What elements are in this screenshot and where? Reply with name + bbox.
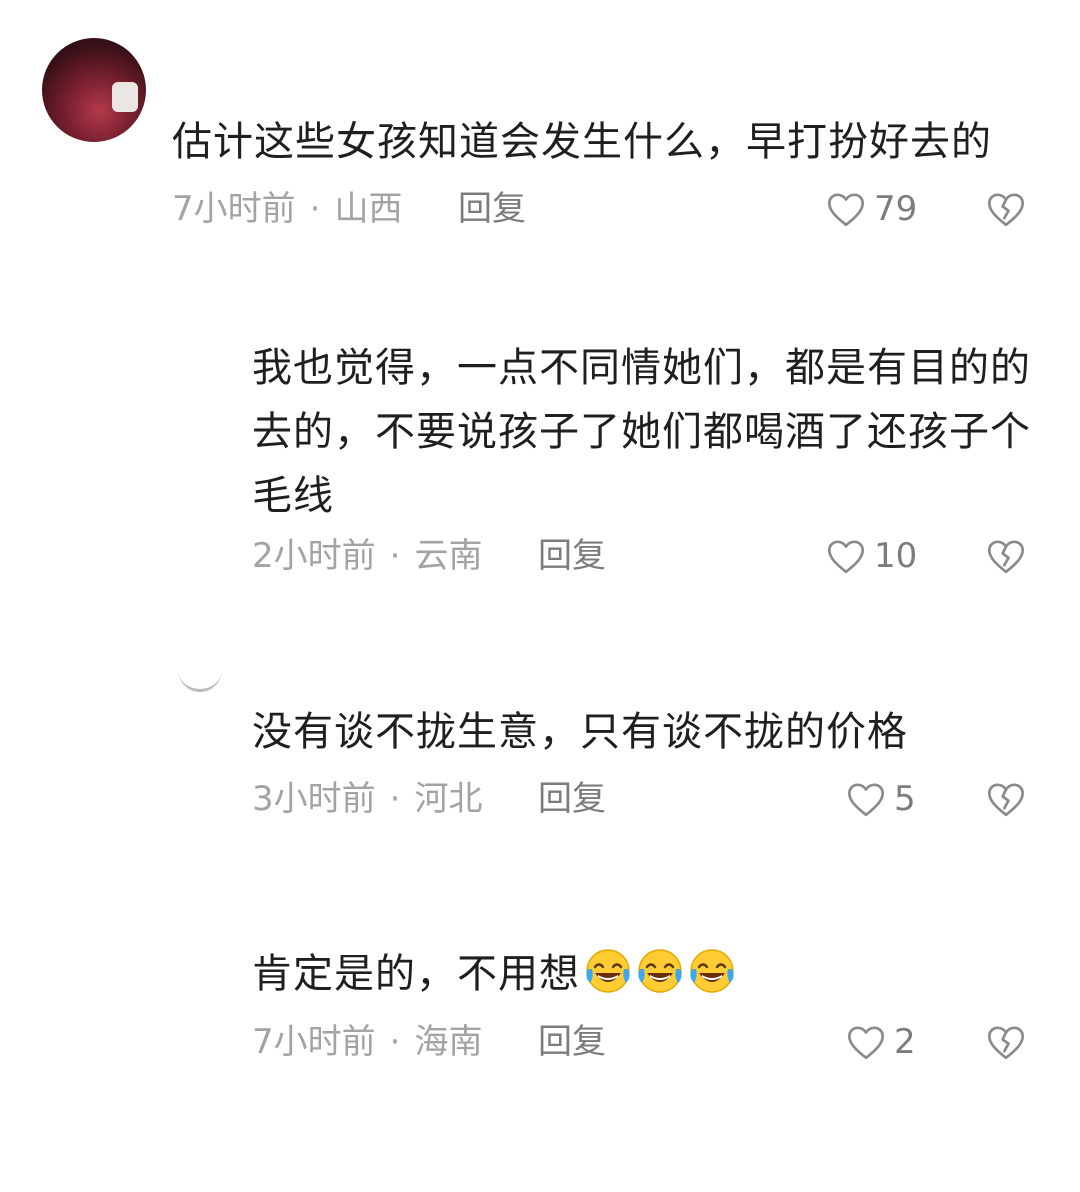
- comment-text: 我也觉得，一点不同情她们，都是有目的的去的，不要说孩子了她们都喝酒了还孩子个毛线: [252, 345, 1031, 519]
- comment-meta: 2小时前 · 云南: [252, 534, 482, 578]
- comment-time: 7小时前: [172, 189, 296, 229]
- avatar[interactable]: [178, 648, 222, 692]
- comment-text: 没有谈不拢生意，只有谈不拢的价格: [252, 709, 908, 755]
- like-count: 2: [894, 1022, 916, 1062]
- heart-icon: [828, 193, 864, 227]
- meta-separator: ·: [389, 1022, 401, 1062]
- like-count: 79: [874, 189, 918, 229]
- like-count: 5: [894, 779, 916, 819]
- laugh-cry-emoji: [586, 949, 630, 993]
- meta-separator: ·: [389, 779, 401, 819]
- comment-location: 云南: [414, 536, 483, 576]
- comment-time: 7小时前: [252, 1022, 376, 1062]
- like-count: 10: [874, 536, 918, 576]
- laugh-cry-emoji: [690, 949, 734, 993]
- broken-heart-icon[interactable]: [986, 779, 1026, 819]
- avatar-detail: [112, 82, 138, 112]
- reply-button[interactable]: 回复: [538, 1020, 606, 1064]
- comment-text-line: 肯定是的，不用想: [252, 942, 1032, 1006]
- heart-icon: [848, 1026, 884, 1060]
- comment-text: 肯定是的，不用想: [252, 951, 580, 997]
- laugh-cry-emoji: [638, 949, 682, 993]
- comment-location: 河北: [414, 779, 483, 819]
- heart-icon: [848, 783, 884, 817]
- avatar[interactable]: [42, 38, 146, 142]
- comment-location: 山西: [334, 189, 403, 229]
- comment-location: 海南: [414, 1022, 483, 1062]
- like-button[interactable]: 5: [846, 777, 916, 821]
- meta-separator: ·: [309, 189, 321, 229]
- meta-separator: ·: [389, 536, 401, 576]
- like-button[interactable]: 2: [846, 1020, 916, 1064]
- comment-time: 2小时前: [252, 536, 376, 576]
- comment-meta: 3小时前 · 河北: [252, 777, 482, 821]
- comment-meta: 7小时前 · 山西: [172, 187, 402, 231]
- reply-button[interactable]: 回复: [538, 777, 606, 821]
- broken-heart-icon[interactable]: [986, 536, 1026, 576]
- comment-meta: 7小时前 · 海南: [252, 1020, 482, 1064]
- reply-button[interactable]: 回复: [458, 187, 526, 231]
- comment-text: 估计这些女孩知道会发生什么，早打扮好去的: [172, 119, 992, 165]
- broken-heart-icon[interactable]: [986, 189, 1026, 229]
- like-button[interactable]: 10: [826, 534, 917, 578]
- comment-time: 3小时前: [252, 779, 376, 819]
- reply-button[interactable]: 回复: [538, 534, 606, 578]
- heart-icon: [828, 540, 864, 574]
- like-button[interactable]: 79: [826, 187, 917, 231]
- broken-heart-icon[interactable]: [986, 1022, 1026, 1062]
